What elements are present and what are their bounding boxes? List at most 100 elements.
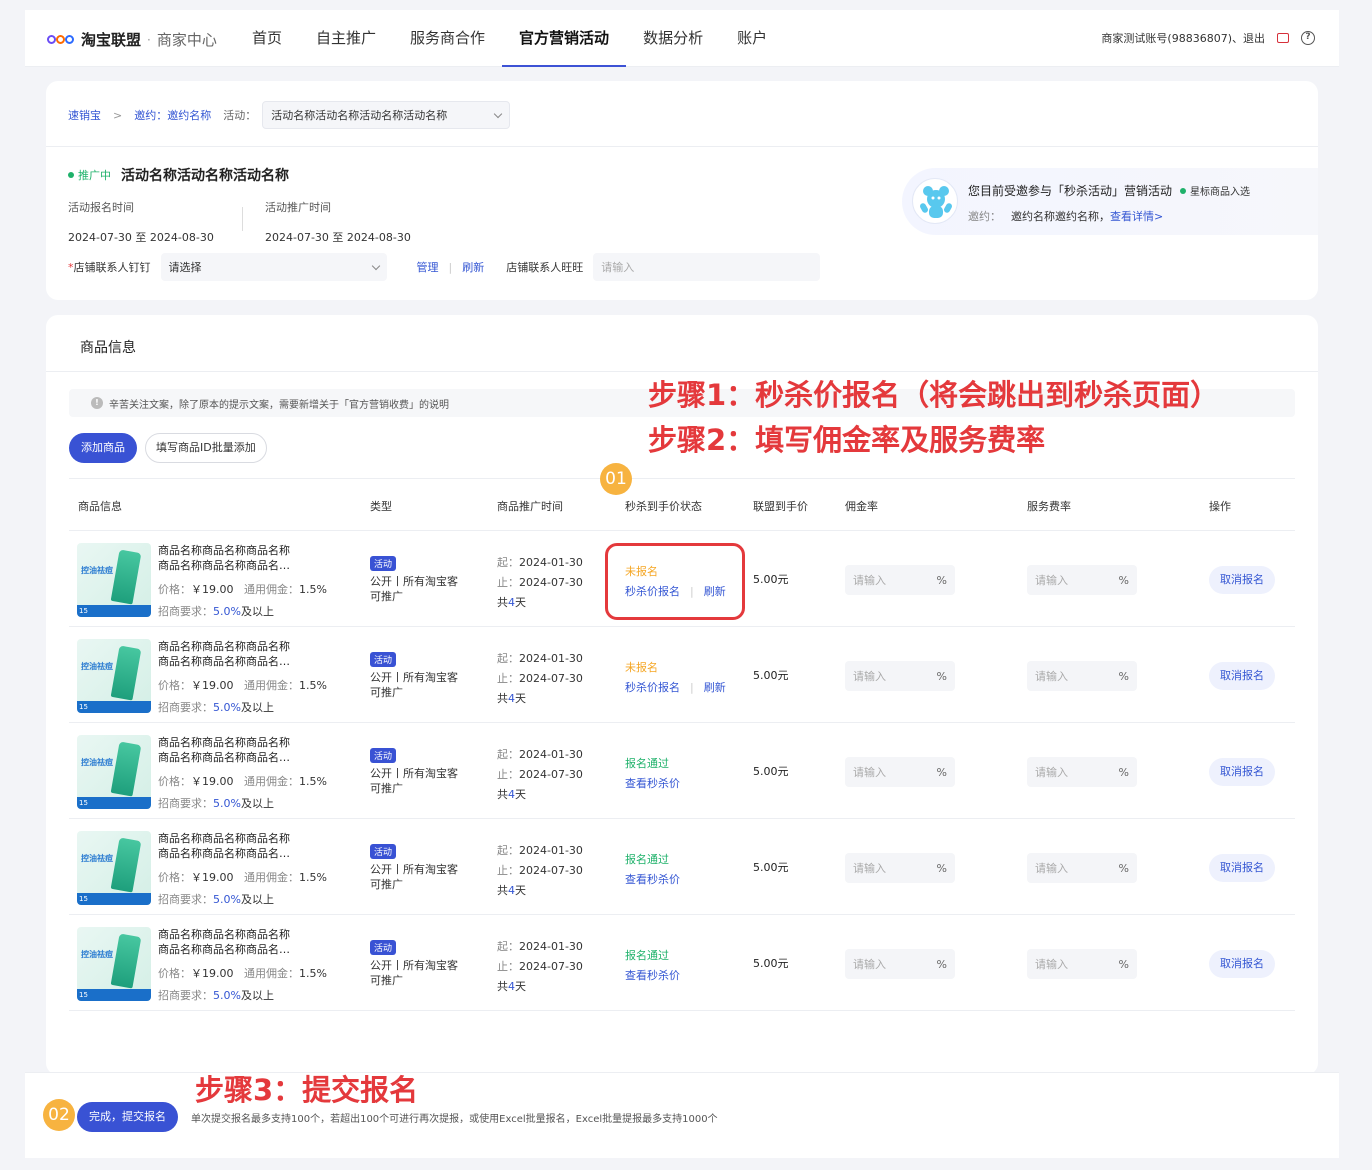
dingtalk-select[interactable]: 请选择	[160, 253, 387, 281]
step3-annotation: 步骤3：提交报名	[195, 1073, 419, 1107]
flash-price-link[interactable]: 秒杀价报名	[625, 681, 680, 694]
wangwang-input[interactable]: 请输入	[593, 253, 821, 281]
commission-rate-input[interactable]: 请输入%	[845, 661, 955, 691]
row-refresh-link[interactable]: 刷新	[704, 681, 726, 694]
nav-partner-cooperation[interactable]: 服务商合作	[393, 10, 502, 67]
cancel-signup-button[interactable]: 取消报名	[1209, 662, 1275, 690]
nav-home[interactable]: 首页	[235, 10, 299, 67]
activity-badge: 活动	[370, 748, 397, 763]
product-name[interactable]: 商品名称商品名称商品名称 商品名称商品名称商品名称商品名称	[158, 927, 294, 957]
commission-rate-input[interactable]: 请输入%	[845, 565, 955, 595]
product-name[interactable]: 商品名称商品名称商品名称 商品名称商品名称商品名称商品名称	[158, 543, 294, 573]
nav-official-campaigns[interactable]: 官方营销活动	[502, 10, 627, 67]
col-promo-time: 商品推广时间	[497, 500, 563, 513]
product-requirement: 招商要求：5.0%及以上	[158, 893, 274, 906]
signup-time-label: 活动报名时间	[68, 201, 134, 214]
manage-link[interactable]: 管理	[417, 259, 439, 275]
product-requirement: 招商要求：5.0%及以上	[158, 797, 274, 810]
logout-link[interactable]: 退出	[1243, 32, 1265, 45]
col-commission-rate: 佣金率	[845, 500, 878, 513]
product-thumbnail[interactable]: 控油祛痘 15	[77, 543, 151, 617]
dingtalk-label: *店铺联系人钉钉	[68, 261, 151, 274]
product-name[interactable]: 商品名称商品名称商品名称 商品名称商品名称商品名称商品名称	[158, 639, 294, 669]
service-fee-rate-input[interactable]: 请输入%	[1027, 565, 1137, 595]
brand-logo[interactable]: 淘宝联盟 · 商家中心	[47, 29, 217, 50]
table-row: 控油祛痘 15 商品名称商品名称商品名称 商品名称商品名称商品名称商品名称 价格…	[69, 915, 1295, 1011]
breadcrumb-invite[interactable]: 邀约：邀约名称	[134, 107, 211, 123]
account-name: 商家测试账号(98836807)	[1101, 32, 1232, 45]
thumbnail-band: 15	[77, 893, 151, 905]
flash-price-link[interactable]: 查看秒杀价	[625, 873, 680, 886]
thumbnail-band: 15	[77, 605, 151, 617]
section-title: 商品信息	[80, 340, 136, 356]
signup-time: 活动报名时间 2024-07-30 至 2024-08-30	[68, 199, 214, 245]
product-tube-icon	[110, 549, 142, 605]
thumbnail-band: 15	[77, 797, 151, 809]
service-fee-rate-input[interactable]: 请输入%	[1027, 949, 1137, 979]
service-fee-rate-input[interactable]: 请输入%	[1027, 661, 1137, 691]
union-price: 5.00元	[753, 573, 789, 586]
union-price: 5.00元	[753, 669, 789, 682]
commission-rate-input[interactable]: 请输入%	[845, 949, 955, 979]
product-thumbnail[interactable]: 控油祛痘 15	[77, 831, 151, 905]
col-action: 操作	[1209, 500, 1231, 513]
top-navigation: 淘宝联盟 · 商家中心 首页 自主推广 服务商合作 官方营销活动 数据分析 账户…	[25, 10, 1339, 67]
activity-title-row: 推广中 活动名称活动名称活动名称	[68, 165, 289, 185]
divider: |	[690, 681, 694, 694]
nav-data-analysis[interactable]: 数据分析	[626, 10, 720, 67]
invitation-banner: 您目前受邀参与「秒杀活动」营销活动 星标商品入选 邀约： 邀约名称邀约名称，查看详…	[902, 168, 1318, 235]
promo-period: 起：2024-01-30 止：2024-07-30 共4天	[497, 844, 583, 897]
activity-select-label: 活动：	[223, 109, 257, 122]
thumbnail-text: 控油祛痘	[81, 662, 113, 671]
flash-price-link[interactable]: 查看秒杀价	[625, 777, 680, 790]
help-icon[interactable]: ?	[1301, 31, 1315, 45]
product-thumbnail[interactable]: 控油祛痘 15	[77, 927, 151, 1001]
step1-annotation: 步骤1：秒杀价报名（将会跳出到秒杀页面）	[648, 378, 1220, 412]
status-text: 未报名	[625, 661, 658, 674]
add-product-button[interactable]: 添加商品	[69, 433, 137, 463]
info-icon: !	[91, 397, 103, 409]
divider: |	[448, 260, 453, 274]
status-text: 报名通过	[625, 757, 669, 770]
product-type: 公开丨所有淘宝客 可推广	[370, 767, 458, 795]
submit-button[interactable]: 完成，提交报名	[77, 1102, 178, 1132]
thumbnail-text: 控油祛痘	[81, 758, 113, 767]
cancel-signup-button[interactable]: 取消报名	[1209, 566, 1275, 594]
thumbnail-text: 控油祛痘	[81, 950, 113, 959]
nav-account[interactable]: 账户	[720, 10, 784, 67]
col-union-price: 联盟到手价	[753, 500, 808, 513]
product-price: 价格：￥19.00 通用佣金：1.5%	[158, 583, 327, 596]
thumbnail-text: 控油祛痘	[81, 854, 113, 863]
service-fee-rate-input[interactable]: 请输入%	[1027, 853, 1137, 883]
status-badge: 推广中	[78, 169, 111, 182]
main-nav: 首页 自主推广 服务商合作 官方营销活动 数据分析 账户	[235, 10, 784, 67]
cancel-signup-button[interactable]: 取消报名	[1209, 854, 1275, 882]
product-thumbnail[interactable]: 控油祛痘 15	[77, 639, 151, 713]
col-service-fee-rate: 服务费率	[1027, 500, 1071, 513]
service-fee-rate-input[interactable]: 请输入%	[1027, 757, 1137, 787]
refresh-link[interactable]: 刷新	[462, 259, 484, 275]
commission-rate-input[interactable]: 请输入%	[845, 757, 955, 787]
flash-price-link[interactable]: 查看秒杀价	[625, 969, 680, 982]
step2-annotation: 步骤2：填写佣金率及服务费率	[648, 423, 1046, 457]
brand-separator: ·	[147, 32, 151, 47]
commission-rate-input[interactable]: 请输入%	[845, 853, 955, 883]
signup-time-value: 2024-07-30 至 2024-08-30	[68, 231, 214, 244]
view-detail-link[interactable]: 查看详情>	[1110, 210, 1163, 223]
user-area: 商家测试账号(98836807)、退出 ?	[1101, 30, 1315, 46]
product-name[interactable]: 商品名称商品名称商品名称 商品名称商品名称商品名称商品名称	[158, 831, 294, 861]
nav-self-promotion[interactable]: 自主推广	[299, 10, 393, 67]
cancel-signup-button[interactable]: 取消报名	[1209, 758, 1275, 786]
mail-icon[interactable]	[1277, 33, 1289, 43]
product-name[interactable]: 商品名称商品名称商品名称 商品名称商品名称商品名称商品名称	[158, 735, 294, 765]
thumbnail-band: 15	[77, 989, 151, 1001]
batch-add-button[interactable]: 填写商品ID批量添加	[145, 433, 267, 463]
product-price: 价格：￥19.00 通用佣金：1.5%	[158, 679, 327, 692]
activity-select[interactable]: 活动名称活动名称活动名称活动名称	[262, 101, 511, 129]
promo-time-label: 活动推广时间	[265, 201, 331, 214]
cancel-signup-button[interactable]: 取消报名	[1209, 950, 1275, 978]
breadcrumb-root[interactable]: 速销宝	[68, 107, 101, 123]
union-price: 5.00元	[753, 861, 789, 874]
product-thumbnail[interactable]: 控油祛痘 15	[77, 735, 151, 809]
step-marker-1: 01	[600, 463, 632, 495]
